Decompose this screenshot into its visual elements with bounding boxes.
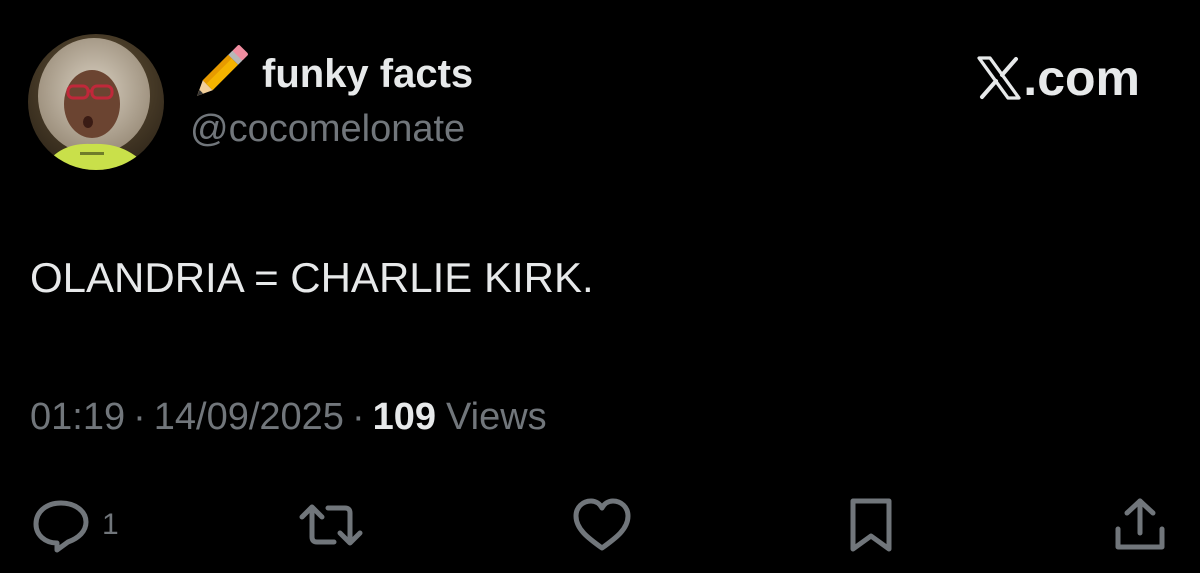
retweet-button[interactable] xyxy=(296,495,366,555)
display-name[interactable]: funky facts xyxy=(262,52,473,97)
brand-watermark: .com xyxy=(977,48,1140,108)
tweet-time[interactable]: 01:19 xyxy=(30,396,125,439)
meta-separator: · xyxy=(133,396,146,438)
bookmark-icon xyxy=(850,498,892,552)
like-icon xyxy=(573,498,631,551)
avatar-image xyxy=(28,34,164,170)
meta-separator: · xyxy=(351,396,365,438)
reply-count: 1 xyxy=(102,508,119,541)
tweet-text: OLANDRIA = CHARLIE KIRK. xyxy=(30,254,594,301)
bookmark-button[interactable] xyxy=(845,495,897,555)
user-handle[interactable]: @cocomelonate xyxy=(190,108,465,151)
retweet-icon xyxy=(299,504,363,546)
pencil-emoji-icon xyxy=(197,45,248,96)
action-bar: 1 xyxy=(0,495,1200,555)
brand-text: .com xyxy=(1023,50,1140,106)
author-name-row[interactable]: funky facts xyxy=(190,44,473,104)
x-logo-icon xyxy=(977,56,1021,100)
reply-button[interactable]: 1 xyxy=(30,495,119,555)
views-label: Views xyxy=(446,396,547,438)
like-button[interactable] xyxy=(570,495,634,555)
tweet-meta: 01:19 · 14/09/2025 · 109 Views xyxy=(30,396,547,439)
share-icon xyxy=(1115,498,1165,550)
share-button[interactable] xyxy=(1110,495,1170,555)
avatar[interactable] xyxy=(28,34,164,170)
tweet-date[interactable]: 14/09/2025 xyxy=(154,396,344,439)
reply-icon xyxy=(33,500,89,553)
views-count: 109 xyxy=(372,396,436,438)
